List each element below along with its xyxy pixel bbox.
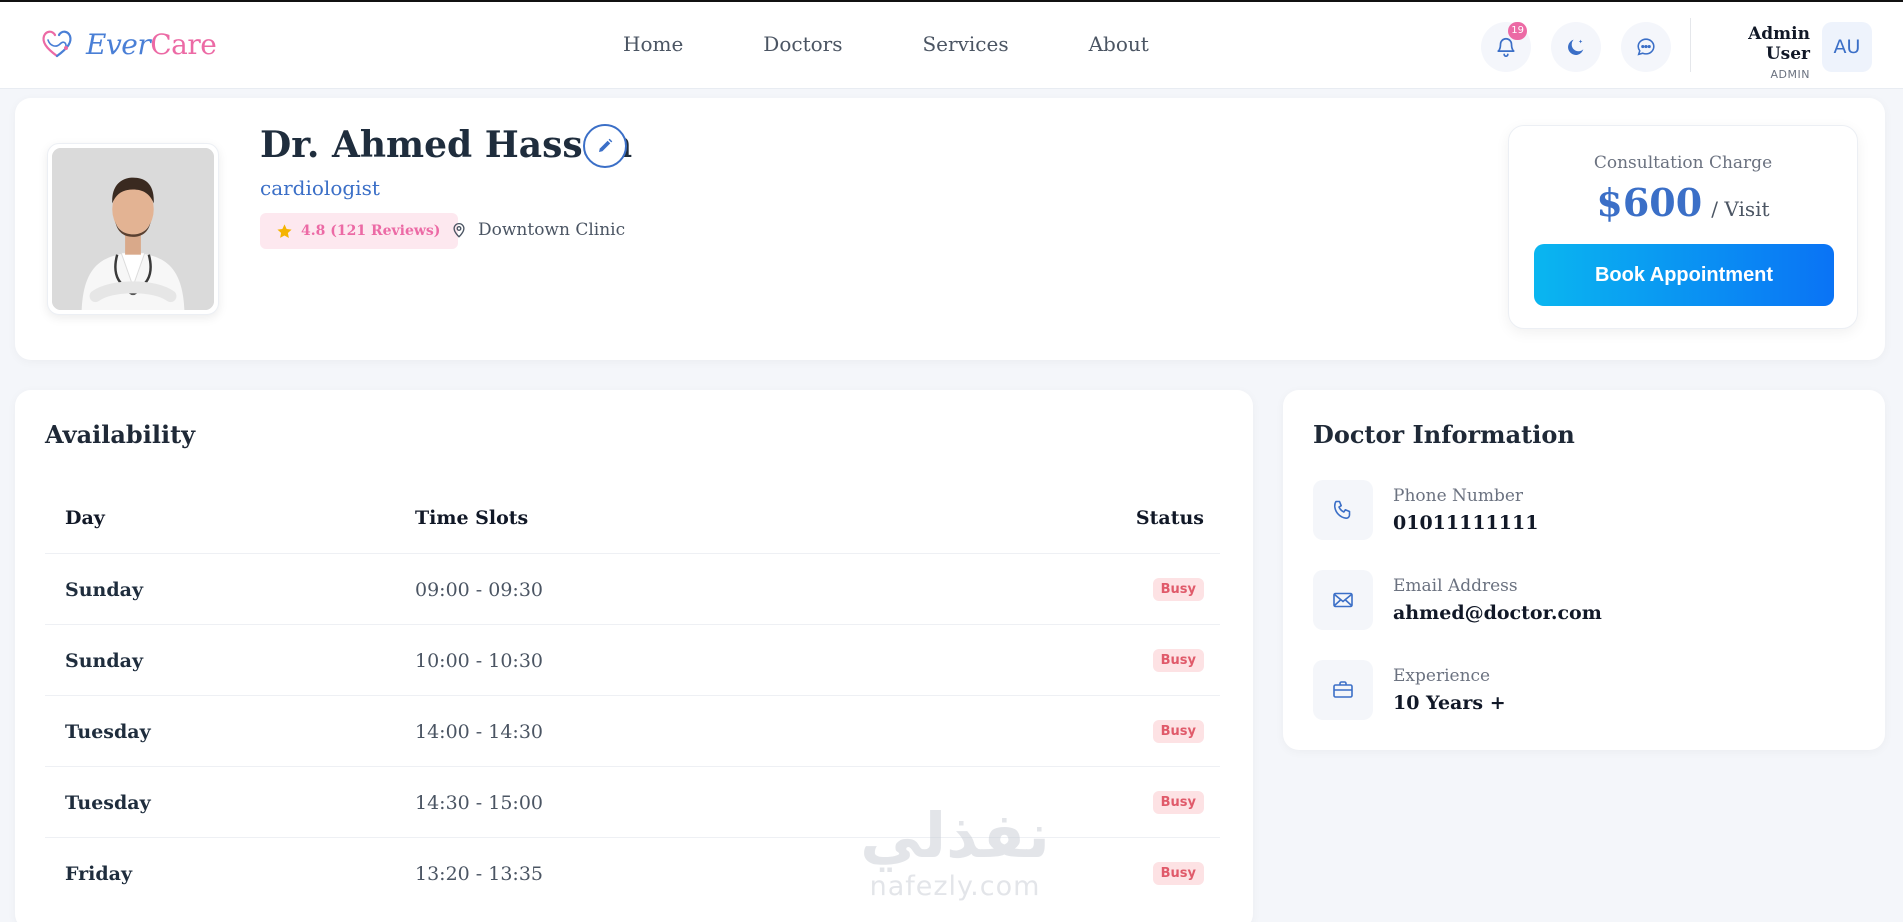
watermark: نفذلي nafezly.com bbox=[840, 799, 1070, 903]
brand-logo-link[interactable]: EverCare bbox=[40, 26, 217, 62]
table-row: Sunday 09:00 - 09:30 Busy bbox=[45, 553, 1220, 624]
experience-label: Experience bbox=[1393, 666, 1491, 686]
briefcase-icon bbox=[1333, 681, 1353, 698]
status-badge: Busy bbox=[1152, 862, 1204, 885]
avatar[interactable]: AU bbox=[1822, 22, 1872, 72]
briefcase-icon-box bbox=[1313, 660, 1373, 720]
rating-badge: 4.8 (121 Reviews) bbox=[260, 213, 459, 249]
notification-count-badge: 19 bbox=[1508, 22, 1527, 40]
top-navbar: EverCare Home Doctors Services About 19 bbox=[0, 0, 1903, 89]
mail-icon-box bbox=[1313, 570, 1373, 630]
status-badge: Busy bbox=[1152, 578, 1204, 601]
availability-title: Availability bbox=[45, 420, 196, 449]
brand-name: EverCare bbox=[86, 27, 217, 61]
row-time: 10:00 - 10:30 bbox=[415, 649, 544, 672]
row-status: Busy bbox=[1152, 625, 1204, 696]
row-time: 14:30 - 15:00 bbox=[415, 791, 544, 814]
row-day: Sunday bbox=[65, 578, 143, 601]
row-time: 13:20 - 13:35 bbox=[415, 862, 544, 885]
clinic-location: Downtown Clinic bbox=[450, 220, 625, 240]
chat-bubble-icon bbox=[1637, 38, 1655, 56]
consultation-label: Consultation Charge bbox=[1593, 153, 1773, 173]
star-icon bbox=[277, 223, 292, 238]
edit-profile-button[interactable] bbox=[583, 124, 627, 168]
moon-icon bbox=[1568, 39, 1584, 55]
nav-actions: 19 bbox=[1481, 22, 1681, 72]
nav-home[interactable]: Home bbox=[623, 32, 683, 56]
row-day: Tuesday bbox=[65, 720, 151, 743]
row-day: Sunday bbox=[65, 649, 143, 672]
header-status: Status bbox=[1135, 506, 1204, 529]
info-experience: Experience 10 Years + bbox=[1313, 660, 1506, 720]
status-badge: Busy bbox=[1152, 720, 1204, 743]
price-unit: / Visit bbox=[1711, 197, 1770, 221]
doctor-photo bbox=[47, 143, 219, 315]
nav-services[interactable]: Services bbox=[922, 32, 1008, 56]
messages-button[interactable] bbox=[1621, 22, 1671, 72]
nav-about[interactable]: About bbox=[1089, 32, 1149, 56]
doctor-specialty: cardiologist bbox=[260, 176, 380, 200]
table-header: Day Time Slots Status bbox=[45, 482, 1220, 553]
phone-icon bbox=[1333, 500, 1351, 520]
doctor-name: Dr. Ahmed Hassan bbox=[260, 124, 633, 166]
consultation-price: $600 / Visit bbox=[1509, 180, 1857, 225]
row-status: Busy bbox=[1152, 696, 1204, 767]
header-day: Day bbox=[65, 506, 105, 529]
theme-toggle-button[interactable] bbox=[1551, 22, 1601, 72]
row-status: Busy bbox=[1152, 554, 1204, 625]
phone-label: Phone Number bbox=[1393, 486, 1524, 506]
row-day: Friday bbox=[65, 862, 133, 885]
table-row: Tuesday 14:00 - 14:30 Busy bbox=[45, 695, 1220, 766]
doctor-profile-card: Dr. Ahmed Hassan cardiologist 4.8 (121 R… bbox=[15, 98, 1885, 360]
watermark-arabic: نفذلي bbox=[860, 799, 1050, 872]
nav-divider bbox=[1690, 18, 1691, 72]
phone-value[interactable]: 01011111111 bbox=[1393, 512, 1538, 534]
table-row: Sunday 10:00 - 10:30 Busy bbox=[45, 624, 1220, 695]
notifications-button[interactable]: 19 bbox=[1481, 22, 1531, 72]
email-value[interactable]: ahmed@doctor.com bbox=[1393, 602, 1602, 624]
heart-stethoscope-logo-icon bbox=[42, 30, 72, 58]
experience-value: 10 Years + bbox=[1393, 692, 1506, 714]
user-menu[interactable]: Admin User ADMIN bbox=[1710, 24, 1810, 81]
row-status: Busy bbox=[1152, 767, 1204, 838]
info-phone: Phone Number 01011111111 bbox=[1313, 480, 1538, 540]
phone-icon-box bbox=[1313, 480, 1373, 540]
book-appointment-button[interactable]: Book Appointment bbox=[1534, 244, 1834, 306]
email-label: Email Address bbox=[1393, 576, 1518, 596]
doctor-info-title: Doctor Information bbox=[1313, 420, 1575, 449]
mail-icon bbox=[1333, 592, 1353, 608]
status-badge: Busy bbox=[1152, 791, 1204, 814]
row-status: Busy bbox=[1152, 838, 1204, 909]
user-role: ADMIN bbox=[1770, 68, 1810, 81]
pencil-icon bbox=[599, 138, 613, 152]
info-email: Email Address ahmed@doctor.com bbox=[1313, 570, 1602, 630]
header-time-slots: Time Slots bbox=[415, 506, 529, 529]
nav-doctors[interactable]: Doctors bbox=[763, 32, 842, 56]
map-pin-icon bbox=[453, 223, 465, 238]
status-badge: Busy bbox=[1152, 649, 1204, 672]
row-time: 09:00 - 09:30 bbox=[415, 578, 544, 601]
consultation-box: Consultation Charge $600 / Visit Book Ap… bbox=[1508, 125, 1858, 329]
price-amount: $600 bbox=[1596, 180, 1703, 225]
main-nav: Home Doctors Services About bbox=[623, 32, 1229, 56]
clinic-name: Downtown Clinic bbox=[478, 220, 626, 240]
rating-text: 4.8 (121 Reviews) bbox=[301, 223, 441, 239]
user-name: Admin User bbox=[1748, 24, 1810, 64]
row-day: Tuesday bbox=[65, 791, 151, 814]
watermark-latin: nafezly.com bbox=[869, 871, 1041, 902]
doctor-information-card: Doctor Information Phone Number 01011111… bbox=[1283, 390, 1885, 750]
doctor-portrait-image bbox=[52, 148, 214, 310]
row-time: 14:00 - 14:30 bbox=[415, 720, 544, 743]
